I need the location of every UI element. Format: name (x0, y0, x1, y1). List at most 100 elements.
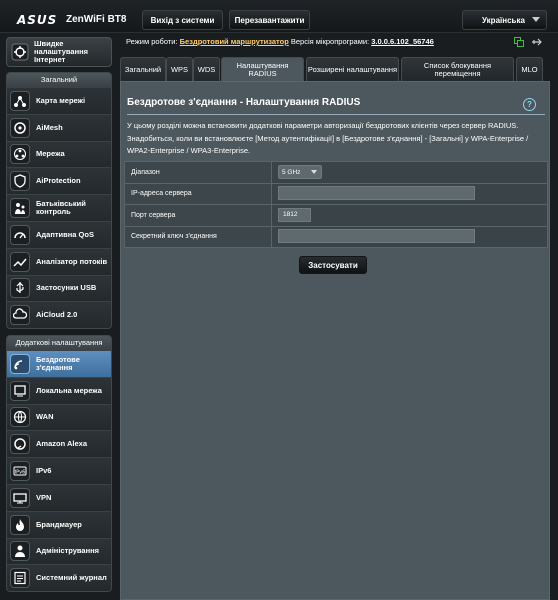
server-ip-input[interactable] (278, 185, 475, 200)
sidebar-item-label: AiCloud 2.0 (36, 310, 78, 320)
sidebar-item-label: Брандмауер (36, 519, 82, 529)
parental-control-icon (10, 198, 30, 219)
sidebar-item-label: Системний журнал (36, 573, 107, 583)
page-description: У цьому розділі можна встановити додатко… (127, 121, 529, 155)
general-group-title: Загальний (7, 73, 111, 87)
sidebar-item-system-log[interactable]: Системний журнал (7, 564, 111, 592)
sidebar-item-label: AiMesh (36, 122, 63, 132)
server-port-input[interactable]: 1812 (278, 208, 311, 223)
tab-wds[interactable]: WDS (193, 57, 220, 81)
sidebar-item-label: Карта мережі (36, 95, 86, 105)
quick-setup-button[interactable]: Швидке налаштування Інтернет (6, 37, 112, 67)
vpn-icon (10, 487, 30, 508)
aiprotection-icon (10, 171, 30, 192)
alexa-icon (10, 434, 30, 455)
operation-mode-link[interactable]: Бездротовий маршрутизатор (180, 37, 289, 46)
table-row: Діапазон 5 GHz (124, 161, 548, 184)
page-title: Бездротове з'єднання - Налаштування RADI… (127, 97, 361, 108)
tab-roaming-block-list[interactable]: Список блокування переміщення (401, 57, 514, 81)
table-row: Порт сервера 1812 (124, 204, 548, 227)
sidebar-item-label: WAN (36, 412, 54, 422)
radius-settings-table: Діапазон 5 GHz IP-адреса сервера Порт се… (124, 161, 548, 248)
aicloud-icon (10, 305, 30, 326)
sidebar-item-label: Аналізатор потоків (36, 256, 108, 266)
sidebar-item-aimesh[interactable]: AiMesh (7, 113, 111, 141)
connection-secret-input[interactable] (278, 228, 475, 243)
sidebar-item-adaptive-qos[interactable]: Адаптивна QoS (7, 220, 111, 248)
sidebar-item-label: Адаптивна QoS (36, 229, 94, 239)
server-port-label: Порт сервера (124, 204, 272, 227)
sidebar-item-label: Локальна мережа (36, 385, 102, 395)
tab-professional[interactable]: Розширені налаштування (306, 57, 399, 81)
tab-wps[interactable]: WPS (166, 57, 193, 81)
wireless-icon (10, 353, 30, 374)
band-select[interactable]: 5 GHz (278, 165, 322, 180)
sidebar-item-usb[interactable]: Застосунки USB (7, 274, 111, 302)
brand-logo[interactable]: ASUS (17, 13, 57, 27)
network-icon (10, 144, 30, 165)
system-log-icon (10, 568, 30, 589)
status-icons (514, 37, 542, 47)
model-name: ZenWiFi BT8 (66, 14, 127, 25)
network-map-icon (10, 90, 30, 111)
chevron-down-icon (532, 17, 540, 22)
reboot-button[interactable]: Перезавантажити (229, 10, 310, 30)
qos-icon (10, 224, 30, 245)
sidebar-item-label: Адміністрування (36, 546, 100, 556)
ipv6-icon: IPv6 (10, 461, 30, 482)
band-value: 5 GHz (282, 168, 301, 176)
radius-settings-panel: Бездротове з'єднання - Налаштування RADI… (120, 81, 550, 600)
traffic-analyzer-icon (10, 251, 30, 272)
internet-status-icon[interactable] (514, 37, 525, 47)
sidebar: Швидке налаштування Інтернет Загальний К… (0, 33, 118, 600)
tab-mlo[interactable]: MLO (516, 57, 543, 81)
sidebar-item-administration[interactable]: Адміністрування (7, 537, 111, 565)
title-divider (127, 114, 545, 115)
usb-status-icon[interactable] (531, 37, 542, 47)
sidebar-item-network-map[interactable]: Карта мережі (7, 87, 111, 114)
status-row: Режим роботи: Бездротовий маршрутизатор … (126, 37, 434, 46)
mode-label: Режим роботи: (126, 37, 178, 46)
aimesh-icon (10, 117, 30, 138)
advanced-group-title: Додаткові налаштування (7, 336, 111, 350)
firmware-version-link[interactable]: 3.0.0.6.102_56746 (371, 37, 434, 46)
administration-icon (10, 541, 30, 562)
lan-icon (10, 380, 30, 401)
sidebar-item-network[interactable]: Мережа (7, 140, 111, 168)
sidebar-item-firewall[interactable]: Брандмауер (7, 510, 111, 538)
sidebar-item-label: Застосунки USB (36, 283, 97, 293)
sidebar-item-ipv6[interactable]: IPv6 IPv6 (7, 457, 111, 484)
table-row: IP-адреса сервера (124, 182, 548, 205)
sidebar-item-label: Мережа (36, 149, 65, 159)
sidebar-item-vpn[interactable]: VPN (7, 483, 111, 511)
general-group: Загальний Карта мережі AiMesh Мережа AiP… (6, 72, 112, 330)
quick-setup-label: Швидке налаштування Інтернет (34, 39, 89, 64)
sidebar-item-label: VPN (36, 492, 52, 502)
sidebar-item-aicloud[interactable]: AiCloud 2.0 (7, 301, 111, 329)
firmware-label: Версія мікропрограми: (290, 37, 370, 46)
sidebar-item-label: Бездротове з'єднання (36, 354, 80, 372)
sidebar-item-traffic-analyzer[interactable]: Аналізатор потоків (7, 247, 111, 275)
sidebar-item-lan[interactable]: Локальна мережа (7, 376, 111, 404)
sidebar-item-wan[interactable]: WAN (7, 403, 111, 431)
language-value: Українська (482, 15, 525, 25)
sidebar-item-label: IPv6 (36, 466, 52, 476)
server-ip-label: IP-адреса сервера (124, 182, 272, 205)
band-label: Діапазон (124, 161, 272, 184)
apply-button[interactable]: Застосувати (299, 256, 367, 274)
sidebar-item-parental-control[interactable]: Батьківський контроль (7, 194, 111, 221)
sidebar-item-aiprotection[interactable]: AiProtection (7, 167, 111, 195)
top-bar: ASUS ZenWiFi BT8 Вихід з системи Перезав… (0, 0, 558, 33)
tab-general[interactable]: Загальний (120, 57, 166, 81)
help-icon[interactable]: ? (523, 98, 536, 111)
logout-button[interactable]: Вихід з системи (142, 10, 223, 30)
connection-secret-label: Секретний ключ з'єднання (124, 225, 272, 248)
firewall-icon (10, 514, 30, 535)
chevron-down-icon (311, 170, 317, 175)
sidebar-item-wireless[interactable]: Бездротове з'єднання (7, 350, 111, 377)
sidebar-item-label: Amazon Alexa (36, 439, 87, 449)
sidebar-item-alexa[interactable]: Amazon Alexa (7, 430, 111, 458)
advanced-group: Додаткові налаштування Бездротове з'єдна… (6, 335, 112, 593)
language-select[interactable]: Українська (462, 10, 547, 30)
tab-radius-settings[interactable]: Налаштування RADIUS (221, 57, 304, 81)
